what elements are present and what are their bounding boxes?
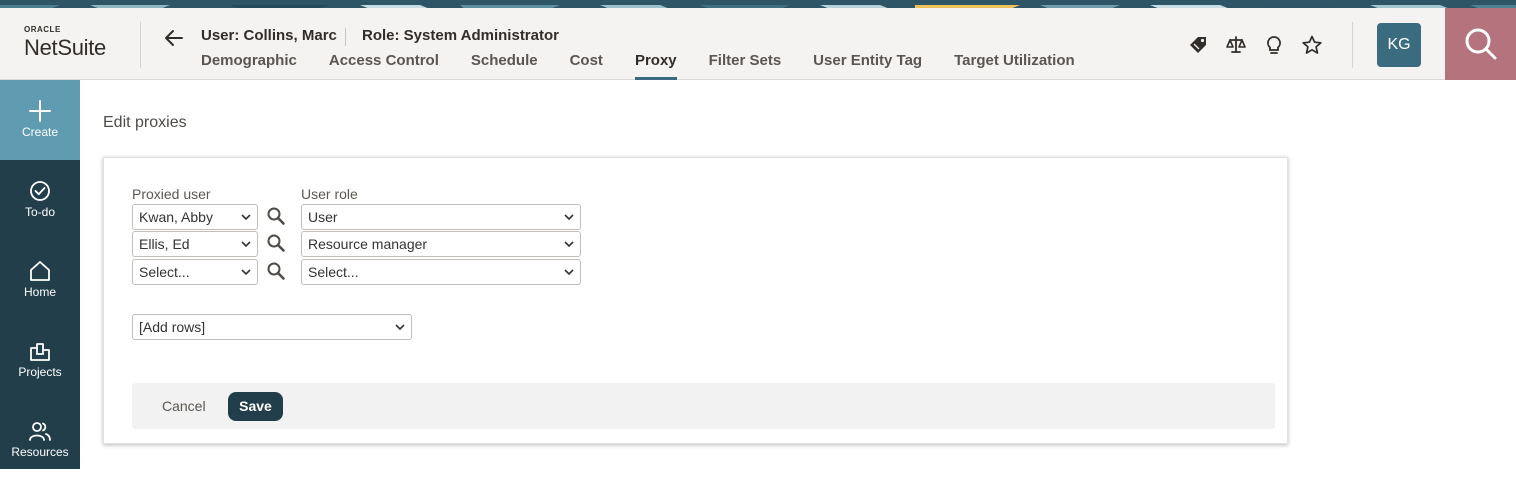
plus-icon (29, 100, 51, 122)
back-arrow-icon (165, 30, 183, 46)
tab-filter-sets[interactable]: Filter Sets (709, 50, 782, 80)
star-icon[interactable] (1301, 34, 1323, 56)
chevron-down-icon (241, 241, 251, 248)
magnifier-icon (267, 207, 285, 225)
save-button[interactable]: Save (228, 392, 283, 421)
header-divider-right (1352, 22, 1353, 68)
proxied-user-select-2[interactable]: Ellis, Ed (132, 231, 258, 257)
nav-home[interactable]: Home (0, 240, 80, 320)
balance-icon[interactable] (1225, 34, 1247, 56)
nav-create[interactable]: Create (0, 80, 80, 160)
nav-home-label: Home (23, 285, 56, 299)
nav-projects[interactable]: Projects (0, 320, 80, 400)
cancel-button[interactable]: Cancel (162, 398, 206, 414)
magnifier-icon (267, 262, 285, 280)
chevron-down-icon (564, 269, 574, 276)
left-navigation: Create To-do Home Projects Resources (0, 80, 80, 469)
add-rows-value: [Add rows] (139, 319, 206, 335)
page-title: Edit proxies (103, 114, 187, 131)
proxied-user-value-1: Kwan, Abby (139, 209, 213, 225)
proxied-user-label: Proxied user (132, 186, 211, 202)
context-user: User: Collins, Marc (201, 27, 337, 44)
proxied-user-value-3: Select... (139, 264, 190, 280)
chevron-down-icon (564, 241, 574, 248)
netsuite-logo[interactable]: ORACLE NetSuite (24, 26, 120, 66)
user-role-select-3[interactable]: Select... (301, 259, 581, 285)
user-role-select-2[interactable]: Resource manager (301, 231, 581, 257)
context-separator (345, 28, 346, 46)
proxied-user-select-1[interactable]: Kwan, Abby (132, 204, 258, 230)
back-arrow-button[interactable] (162, 28, 188, 50)
proxied-user-select-3[interactable]: Select... (132, 259, 258, 285)
chevron-down-icon (241, 269, 251, 276)
user-role-label: User role (301, 186, 358, 202)
header-banner-pattern (0, 0, 1516, 8)
chevron-down-icon (241, 214, 251, 221)
user-role-select-1[interactable]: User (301, 204, 581, 230)
tab-access-control[interactable]: Access Control (329, 50, 439, 80)
logo-oracle-text: ORACLE (24, 25, 61, 34)
tab-schedule[interactable]: Schedule (471, 50, 538, 80)
chevron-down-icon (564, 214, 574, 221)
proxied-user-lookup-3[interactable] (266, 261, 286, 281)
proxied-user-value-2: Ellis, Ed (139, 236, 190, 252)
nav-resources-label: Resources (11, 445, 69, 459)
user-role-value-2: Resource manager (308, 236, 428, 252)
chevron-down-icon (395, 324, 405, 331)
header-divider (140, 22, 141, 68)
tab-demographic[interactable]: Demographic (201, 50, 297, 80)
proxied-user-lookup-1[interactable] (266, 206, 286, 226)
user-role-value-1: User (308, 209, 338, 225)
tab-cost[interactable]: Cost (570, 50, 603, 80)
tab-proxy[interactable]: Proxy (634, 50, 677, 80)
search-icon (1465, 28, 1497, 60)
avatar[interactable]: KG (1377, 23, 1421, 67)
magnifier-icon (267, 234, 285, 252)
lightbulb-icon[interactable] (1263, 34, 1285, 56)
add-rows-select[interactable]: [Add rows] (132, 314, 412, 340)
nav-resources[interactable]: Resources (0, 400, 80, 480)
logo-netsuite-text: NetSuite (24, 35, 106, 60)
global-search-button[interactable] (1445, 8, 1516, 80)
home-icon (30, 261, 50, 281)
people-icon (29, 422, 51, 441)
nav-todo[interactable]: To-do (0, 160, 80, 240)
nav-projects-label: Projects (18, 365, 62, 379)
tag-icon[interactable] (1187, 34, 1209, 56)
record-tabs: Demographic Access Control Schedule Cost… (201, 50, 1107, 80)
user-role-value-3: Select... (308, 264, 359, 280)
check-circle-icon (30, 181, 50, 201)
nav-todo-label: To-do (24, 205, 56, 219)
top-header: ORACLE NetSuite User: Collins, Marc Role… (0, 8, 1516, 80)
tab-target-utilization[interactable]: Target Utilization (954, 50, 1075, 80)
projects-icon (30, 343, 50, 361)
tab-user-entity-tag[interactable]: User Entity Tag (813, 50, 922, 80)
nav-create-label: Create (21, 125, 59, 139)
form-action-bar (132, 383, 1275, 429)
context-role: Role: System Administrator (362, 27, 559, 44)
proxied-user-lookup-2[interactable] (266, 233, 286, 253)
